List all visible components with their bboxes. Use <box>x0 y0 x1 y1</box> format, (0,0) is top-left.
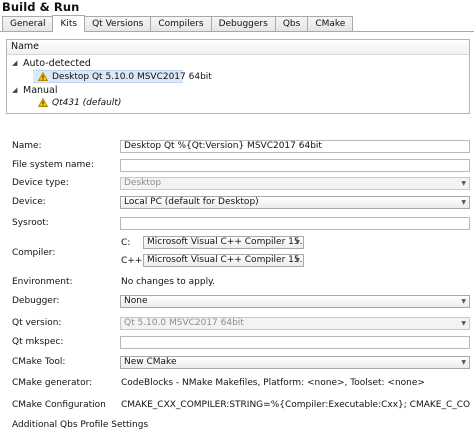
cmake-config-label: CMake Configuration <box>12 400 106 410</box>
tab-qt-versions[interactable]: Qt Versions <box>84 16 152 32</box>
fs-name-label: File system name: <box>12 160 94 170</box>
qt-mkspec-field[interactable] <box>120 336 470 349</box>
qt-version-label: Qt version: <box>12 318 62 328</box>
dropdown-arrow-icon: ▼ <box>295 257 300 264</box>
cmake-generator-label: CMake generator: <box>12 378 93 388</box>
dropdown-arrow-icon: ▼ <box>295 239 300 246</box>
tree-item-qt431[interactable]: Qt431 (default) <box>33 97 183 110</box>
cmake-tool-value: New CMake <box>124 357 177 367</box>
kits-tree[interactable]: Name ◢ Auto-detected Desktop Qt 5.10.0 M… <box>6 39 470 114</box>
cmake-config-value[interactable]: CMAKE_CXX_COMPILER:STRING=%{Compiler:Exe… <box>121 400 471 410</box>
compiler-c-label: C: <box>121 238 131 248</box>
tab-debuggers[interactable]: Debuggers <box>210 16 276 32</box>
device-combo[interactable]: Local PC (default for Desktop) ▼ <box>120 196 470 209</box>
compiler-c-combo[interactable]: Microsoft Visual C++ Compiler 15.0 (amd6… <box>143 236 304 249</box>
sysroot-field[interactable] <box>120 217 470 230</box>
compiler-c-value: Microsoft Visual C++ Compiler 15.0 (amd6… <box>147 237 303 247</box>
debugger-label: Debugger: <box>12 296 60 306</box>
name-label: Name: <box>12 141 42 151</box>
tree-item-label: Qt431 (default) <box>52 98 122 108</box>
device-type-combo[interactable]: Desktop ▼ <box>120 177 470 190</box>
compiler-cpp-label: C++: <box>121 256 146 266</box>
tree-item-desktop-qt[interactable]: Desktop Qt 5.10.0 MSVC2017 64bit <box>33 70 212 83</box>
compiler-cpp-combo[interactable]: Microsoft Visual C++ Compiler 15.0 (amd6… <box>143 254 304 267</box>
tree-column-header[interactable]: Name <box>7 40 469 55</box>
debugger-value: None <box>124 296 148 306</box>
dropdown-arrow-icon: ▼ <box>461 199 466 206</box>
compiler-label: Compiler: <box>12 248 56 258</box>
tab-qbs[interactable]: Qbs <box>274 16 309 32</box>
qbs-profile-label: Additional Qbs Profile Settings <box>12 420 149 430</box>
debugger-combo[interactable]: None ▼ <box>120 295 470 308</box>
device-type-value: Desktop <box>124 178 162 188</box>
expand-arrow-icon[interactable]: ◢ <box>12 84 17 97</box>
environment-label: Environment: <box>12 277 73 287</box>
warning-icon <box>38 98 48 107</box>
tree-item-label: Desktop Qt 5.10.0 MSVC2017 64bit <box>52 72 212 82</box>
dropdown-arrow-icon: ▼ <box>461 320 466 327</box>
compiler-cpp-value: Microsoft Visual C++ Compiler 15.0 (amd6… <box>147 255 303 265</box>
device-label: Device: <box>12 197 46 207</box>
fs-name-field[interactable] <box>120 159 470 172</box>
tree-group-manual[interactable]: ◢ Manual <box>7 84 469 97</box>
warning-icon <box>38 72 48 81</box>
name-field[interactable]: Desktop Qt %{Qt:Version} MSVC2017 64bit <box>120 140 470 153</box>
cmake-generator-value[interactable]: CodeBlocks - NMake Makefiles, Platform: … <box>121 378 425 388</box>
tree-group-auto-detected[interactable]: ◢ Auto-detected <box>7 57 469 70</box>
tab-bar: General Kits Qt Versions Compilers Debug… <box>2 15 354 32</box>
qt-mkspec-label: Qt mkspec: <box>12 337 64 347</box>
sysroot-label: Sysroot: <box>12 218 49 228</box>
dropdown-arrow-icon: ▼ <box>461 298 466 305</box>
tab-cmake[interactable]: CMake <box>307 16 354 32</box>
expand-arrow-icon[interactable]: ◢ <box>12 57 17 70</box>
dropdown-arrow-icon: ▼ <box>461 359 466 366</box>
qt-version-value: Qt 5.10.0 MSVC2017 64bit <box>124 318 244 328</box>
dropdown-arrow-icon: ▼ <box>461 180 466 187</box>
tab-kits[interactable]: Kits <box>52 15 86 32</box>
tab-general[interactable]: General <box>2 16 54 32</box>
tab-compilers[interactable]: Compilers <box>150 16 212 32</box>
cmake-tool-combo[interactable]: New CMake ▼ <box>120 356 470 369</box>
page-title: Build & Run <box>2 0 80 14</box>
tree-group-label: Auto-detected <box>23 58 91 69</box>
device-value: Local PC (default for Desktop) <box>124 197 259 207</box>
tree-group-label: Manual <box>23 85 58 96</box>
qt-version-combo[interactable]: Qt 5.10.0 MSVC2017 64bit ▼ <box>120 317 470 330</box>
cmake-tool-label: CMake Tool: <box>12 357 66 367</box>
environment-value[interactable]: No changes to apply. <box>121 277 215 287</box>
device-type-label: Device type: <box>12 178 69 188</box>
